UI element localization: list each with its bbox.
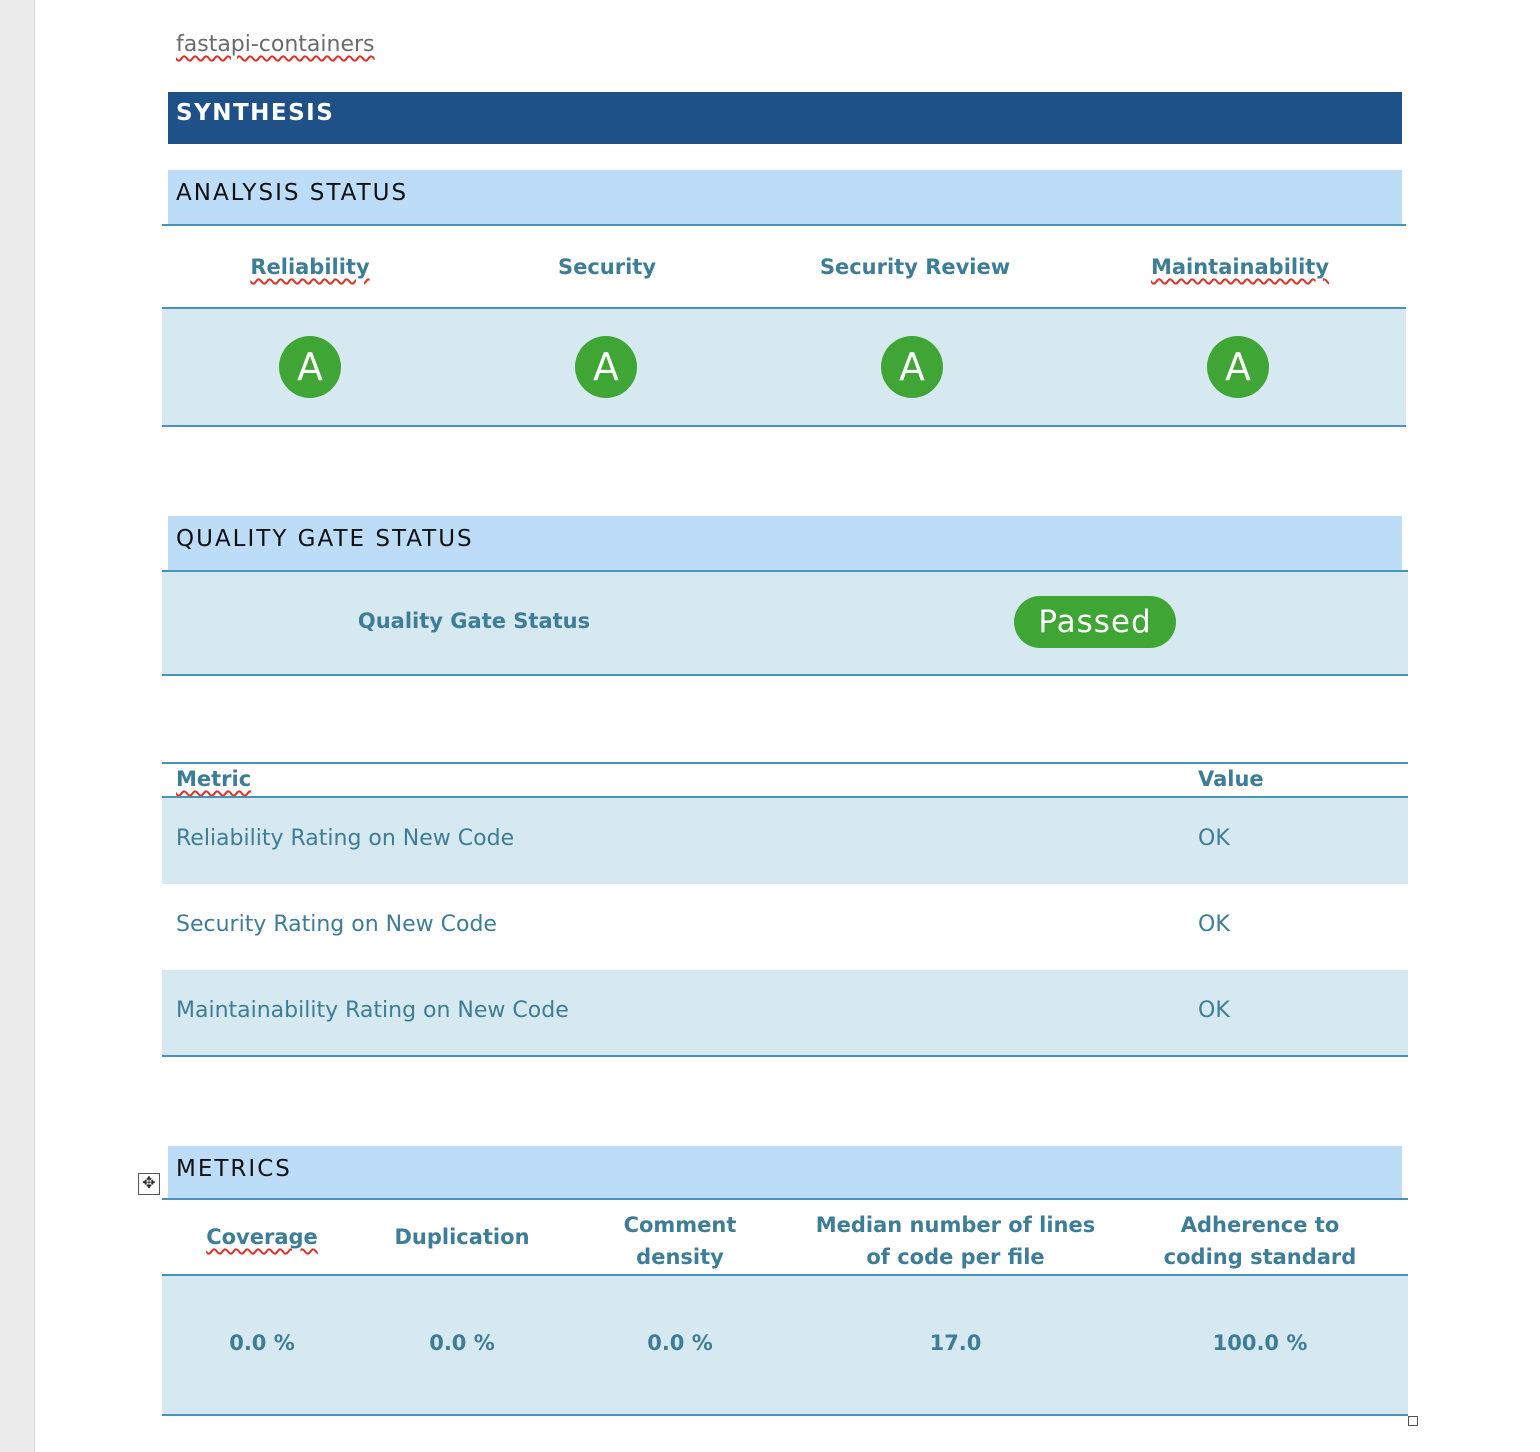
divider	[162, 762, 1408, 764]
security-review-label: Security Review	[790, 255, 1040, 279]
security-label: Security	[557, 255, 657, 279]
quality-gate-passed-badge: Passed	[1014, 596, 1176, 648]
table-row-metric: Maintainability Rating on New Code	[176, 998, 569, 1023]
coverage-label: Coverage	[206, 1225, 318, 1249]
security-review-grade-badge: A	[881, 336, 943, 398]
quality-gate-heading: QUALITY GATE STATUS	[168, 516, 1402, 570]
table-row-metric-text: Reliability Rating on New Code	[176, 826, 515, 851]
security-review-label-text: Security Review	[819, 255, 1011, 279]
document-title-text: fastapi-containers	[176, 32, 375, 57]
table-move-handle-icon[interactable]: ✥	[138, 1173, 160, 1195]
value-column-header: Value	[1198, 767, 1264, 791]
metrics-heading: METRICS	[168, 1146, 1402, 1200]
coding-standard-value: 100.0 %	[1212, 1331, 1308, 1355]
reliability-label: Reliability	[250, 255, 370, 279]
document-title: fastapi-containers	[176, 32, 375, 57]
comment-density-value: 0.0 %	[647, 1331, 713, 1355]
analysis-status-heading: ANALYSIS STATUS	[168, 170, 1402, 224]
divider	[162, 425, 1406, 427]
table-row-metric: Reliability Rating on New Code	[176, 826, 514, 851]
table-row-metric: Security Rating on New Code	[176, 912, 497, 937]
divider	[162, 1198, 1408, 1200]
table-row-metric-text: Maintainability Rating on New Code	[176, 998, 569, 1023]
divider	[162, 1055, 1408, 1057]
coverage-value: 0.0 %	[229, 1331, 295, 1355]
median-lines-label: Median number of lines of code per file	[815, 1213, 1096, 1269]
divider	[162, 1414, 1408, 1416]
median-lines-value: 17.0	[929, 1331, 982, 1355]
table-row-value: OK	[1198, 998, 1230, 1023]
metric-column-header: Metric	[176, 767, 252, 791]
coding-standard-label: Adherence to coding standard	[1163, 1213, 1357, 1269]
divider	[162, 674, 1408, 676]
synthesis-heading: SYNTHESIS	[168, 92, 1402, 144]
table-resize-handle-icon[interactable]	[1408, 1416, 1418, 1426]
reliability-grade-badge: A	[279, 336, 341, 398]
divider	[162, 224, 1406, 226]
table-row-value: OK	[1198, 912, 1230, 937]
duplication-label: Duplication	[394, 1225, 530, 1249]
maintainability-grade-badge: A	[1207, 336, 1269, 398]
quality-gate-label: Quality Gate Status	[357, 609, 591, 633]
table-row-value: OK	[1198, 826, 1230, 851]
security-grade-badge: A	[575, 336, 637, 398]
maintainability-label: Maintainability	[1150, 255, 1330, 279]
duplication-value: 0.0 %	[429, 1331, 495, 1355]
comment-density-label: Comment density	[623, 1213, 737, 1269]
